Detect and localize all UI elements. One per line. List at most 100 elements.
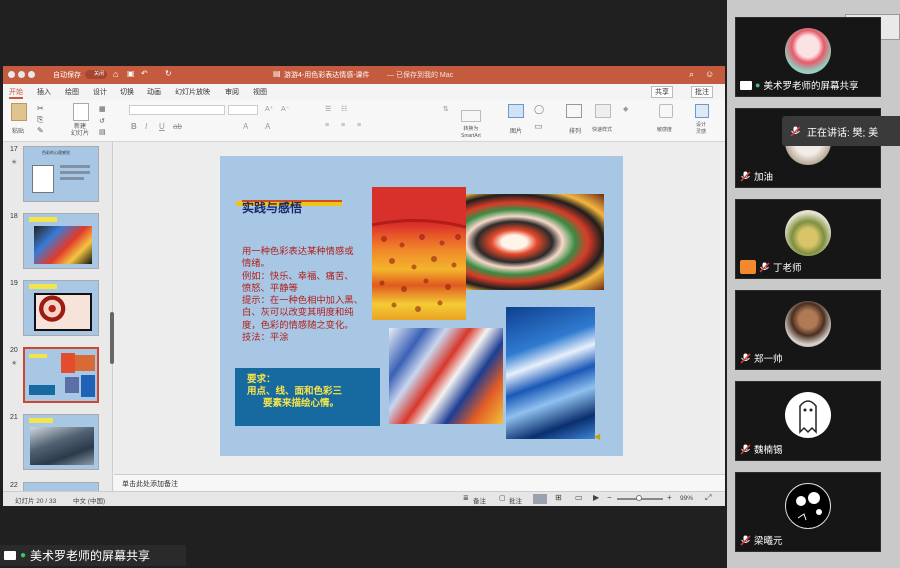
comments-icon[interactable]: ▢ <box>499 494 506 502</box>
underline-icon[interactable]: U <box>159 122 165 131</box>
slide-thumbnail-21[interactable] <box>23 414 99 470</box>
quick-styles-icon[interactable] <box>595 104 611 118</box>
bold-icon[interactable]: B <box>131 122 137 131</box>
tab-home[interactable]: 开始 <box>9 87 23 99</box>
section-icon[interactable]: ▤ <box>99 128 106 136</box>
autosave-toggle[interactable]: 关闭 <box>85 70 107 79</box>
normal-view-icon[interactable] <box>533 494 547 504</box>
format-painter-icon[interactable]: ✎ <box>37 126 44 135</box>
arrange-icon[interactable] <box>566 104 582 118</box>
new-slide-label: 新建 幻灯片 <box>71 124 90 137</box>
layout-icon[interactable]: ▦ <box>99 105 106 113</box>
align-center-icon[interactable]: ≡ <box>341 122 345 129</box>
requirement-title: 要求： <box>247 374 276 385</box>
fit-slide-icon[interactable]: ⤢ <box>705 493 711 503</box>
new-slide-icon[interactable] <box>73 103 89 121</box>
designer-icon[interactable] <box>695 104 709 118</box>
tab-view[interactable]: 视图 <box>253 87 267 97</box>
reading-view-icon[interactable]: ▭ <box>575 493 583 502</box>
tab-design[interactable]: 设计 <box>93 87 107 97</box>
picture-icon[interactable] <box>508 104 524 118</box>
tab-slideshow[interactable]: 幻灯片放映 <box>175 87 210 97</box>
participant-tile[interactable]: 梁曦元 <box>735 472 881 552</box>
save-icon[interactable]: ▣ <box>127 69 135 78</box>
shape-fill-icon[interactable]: ◆ <box>623 105 628 113</box>
artwork-abstract-swirl <box>466 194 604 290</box>
mic-muted-icon <box>740 170 751 182</box>
language-indicator[interactable]: 中文 (中国) <box>73 495 105 505</box>
font-color-icon[interactable]: A <box>243 122 248 131</box>
host-badge-icon <box>740 260 756 274</box>
highlight-icon[interactable]: A <box>265 122 270 131</box>
zoom-slider-thumb[interactable] <box>636 495 642 501</box>
participant-name-tag: 郑一帅 <box>740 351 783 365</box>
status-bar: 幻灯片 20 / 33 中文 (中国) ≣ 备注 ▢ 批注 ⊞ ▭ ▶ − + … <box>3 491 725 506</box>
zoom-in-icon[interactable]: + <box>667 493 672 502</box>
slideshow-icon[interactable]: ▶ <box>593 493 599 502</box>
account-icon[interactable]: ☺ <box>705 69 714 79</box>
tab-transitions[interactable]: 切换 <box>120 87 134 97</box>
text-direction-icon[interactable]: ⇅ <box>443 105 449 113</box>
share-button[interactable]: 共享 <box>651 86 673 98</box>
font-name-dropdown[interactable] <box>129 105 225 115</box>
screen-share-indicator: ● 美术罗老师的屏幕共享 <box>0 545 186 566</box>
textbox-icon[interactable]: ▭ <box>534 121 543 132</box>
slide-body-text: 用一种色彩表达某种情感或 情绪。 例如：快乐、幸福、痛苦、 愤怒、平静等 提示：… <box>242 245 382 343</box>
tab-draw[interactable]: 绘图 <box>65 87 79 97</box>
notes-pane[interactable]: 单击此处添加备注 <box>114 474 725 491</box>
reset-icon[interactable]: ↺ <box>99 117 105 125</box>
body-line: 愤怒、平静等 <box>242 282 298 293</box>
shapes-icon[interactable]: ◯ <box>534 104 544 115</box>
participant-tile[interactable]: 郑一帅 <box>735 290 881 370</box>
participant-tile[interactable]: 魏楠锡 <box>735 381 881 461</box>
zoom-level[interactable]: 99% <box>680 495 693 502</box>
numbering-icon[interactable]: ☷ <box>341 105 347 113</box>
avatar <box>785 301 831 347</box>
notes-icon[interactable]: ≣ <box>463 494 469 502</box>
notes-toggle[interactable]: 备注 <box>473 495 486 505</box>
undo-icon[interactable]: ↶ <box>141 69 148 78</box>
avatar <box>785 392 831 438</box>
slide-thumbnail-17[interactable]: 色彩的心理感觉 <box>23 146 99 202</box>
align-left-icon[interactable]: ≡ <box>325 122 329 129</box>
participant-tile[interactable]: 丁老师 <box>735 199 881 279</box>
strikethrough-icon[interactable]: ab <box>173 122 182 131</box>
smartart-icon[interactable] <box>461 110 481 122</box>
slide-counter: 幻灯片 20 / 33 <box>15 498 57 505</box>
copy-icon[interactable]: ⎘ <box>37 115 43 125</box>
slide-thumbnail-19[interactable] <box>23 280 99 336</box>
close-window-dot[interactable] <box>8 71 15 78</box>
slide-thumbnail-20[interactable] <box>23 347 99 403</box>
minimize-window-dot[interactable] <box>18 71 25 78</box>
tab-review[interactable]: 审阅 <box>225 87 239 97</box>
autosave-label: 自动保存 <box>53 72 81 79</box>
comments-button[interactable]: 批注 <box>691 86 713 98</box>
audio-icon[interactable]: ◀ <box>594 432 600 441</box>
redo-icon[interactable]: ↻ <box>165 69 172 78</box>
sensitivity-icon[interactable] <box>659 104 673 118</box>
align-right-icon[interactable]: ≡ <box>357 122 361 129</box>
home-icon[interactable]: ⌂ <box>113 69 118 79</box>
participant-tile-screen-share[interactable]: ● 美术罗老师的屏幕共享 <box>735 17 881 97</box>
designer-label: 设计 灵感 <box>696 122 707 135</box>
body-line: 技法：平涂 <box>242 332 289 343</box>
current-slide[interactable]: 实践与感悟 用一种色彩表达某种情感或 情绪。 例如：快乐、幸福、痛苦、 愤怒、平… <box>220 156 623 456</box>
requirement-line: 要素来描绘心情。 <box>263 398 340 409</box>
shrink-font-icon[interactable]: A⁻ <box>281 105 289 113</box>
search-icon[interactable]: ⌕ <box>689 69 694 80</box>
tab-insert[interactable]: 插入 <box>37 87 51 97</box>
italic-icon[interactable]: I <box>145 122 147 131</box>
saved-status: — 已保存到我的 Mac <box>387 72 454 79</box>
cut-icon[interactable]: ✂ <box>37 104 44 113</box>
grow-font-icon[interactable]: A⁺ <box>265 105 273 113</box>
bullets-icon[interactable]: ☰ <box>325 105 331 113</box>
tab-animations[interactable]: 动画 <box>147 87 161 97</box>
zoom-window-dot[interactable] <box>28 71 35 78</box>
font-size-dropdown[interactable] <box>228 105 258 115</box>
comments-toggle[interactable]: 批注 <box>509 495 522 505</box>
avatar <box>785 28 831 74</box>
zoom-out-icon[interactable]: − <box>607 493 612 502</box>
paste-icon[interactable] <box>11 103 27 121</box>
slide-sorter-icon[interactable]: ⊞ <box>555 493 562 502</box>
slide-thumbnail-18[interactable] <box>23 213 99 269</box>
